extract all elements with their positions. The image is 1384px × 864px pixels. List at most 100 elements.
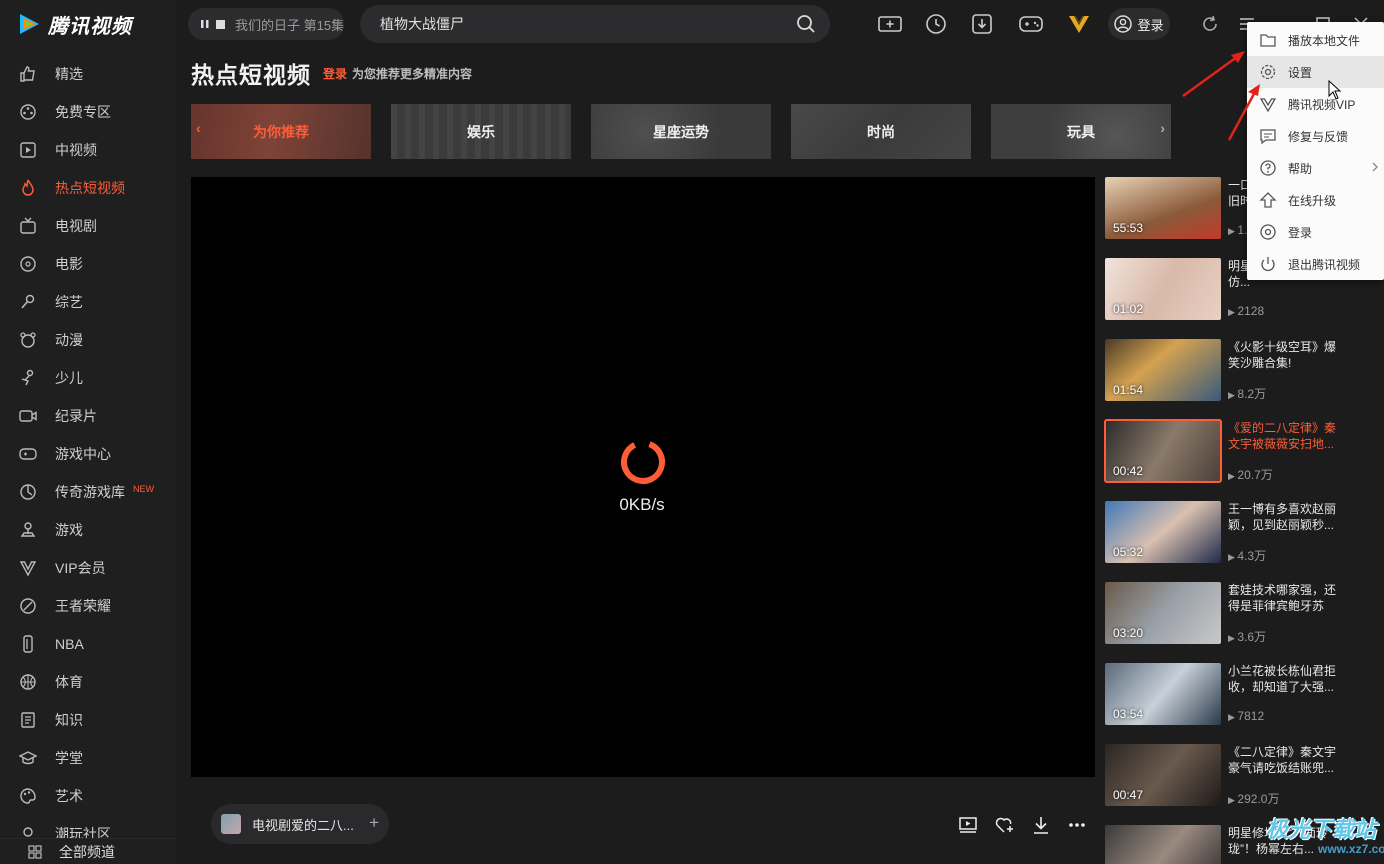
- vip-button[interactable]: [1066, 11, 1092, 37]
- video-thumbnail[interactable]: 00:47: [1105, 744, 1221, 806]
- video-title[interactable]: 小兰花被长栋仙君拒收，却知道了大强...: [1228, 663, 1340, 695]
- sidebar-item[interactable]: 综艺: [0, 283, 176, 321]
- sidebar-item[interactable]: 精选: [0, 55, 176, 93]
- sidebar-item[interactable]: 传奇游戏库 NEW: [0, 473, 176, 511]
- menu-item[interactable]: 播放本地文件: [1247, 24, 1384, 56]
- folder-icon: [1260, 34, 1276, 47]
- menu-item[interactable]: 在线升级: [1247, 184, 1384, 216]
- app-logo[interactable]: 腾讯视频: [16, 10, 132, 38]
- favorite-button[interactable]: [994, 814, 1016, 836]
- menu-item-label: 在线升级: [1288, 193, 1337, 208]
- video-thumbnail[interactable]: 03:20: [1105, 582, 1221, 644]
- now-playing-pill[interactable]: 我们的日子 第15集: [188, 8, 344, 40]
- video-title[interactable]: 《火影十级空耳》爆笑沙雕合集!: [1228, 339, 1340, 371]
- scroll-left-icon[interactable]: ‹: [196, 120, 201, 136]
- sidebar-item[interactable]: 中视频: [0, 131, 176, 169]
- recommendation-card[interactable]: 00:47 《二八定律》秦文宇豪气请吃饭结账兜... ▶ 292.0万: [1105, 744, 1360, 814]
- search-icon[interactable]: [796, 14, 816, 34]
- category-tab[interactable]: 为你推荐 ‹: [191, 104, 371, 159]
- recommendation-card[interactable]: 03:20 套娃技术哪家强，还得是菲律宾鲍牙苏 ▶ 3.6万: [1105, 582, 1360, 652]
- sidebar-item[interactable]: 艺术: [0, 777, 176, 815]
- sidebar-item[interactable]: 纪录片: [0, 397, 176, 435]
- play-square-icon: [20, 142, 36, 158]
- view-count: 20.7万: [1237, 468, 1273, 482]
- pause-icon[interactable]: [200, 19, 210, 29]
- video-title[interactable]: 《二八定律》秦文宇豪气请吃饭结账兜...: [1228, 744, 1340, 776]
- playlist-pill[interactable]: 电视剧爱的二八... +: [211, 804, 389, 844]
- search-box[interactable]: 植物大战僵尸: [360, 5, 830, 43]
- stop-icon[interactable]: [216, 19, 225, 29]
- playlist-thumbnail: [221, 814, 241, 834]
- more-dots-icon: [1069, 823, 1085, 827]
- add-icon[interactable]: +: [369, 813, 379, 833]
- recommendation-card[interactable]: 05:32 王一博有多喜欢赵丽颖，见到赵丽颖秒... ▶ 4.3万: [1105, 501, 1360, 571]
- sidebar-item[interactable]: 少儿: [0, 359, 176, 397]
- screen-button[interactable]: [957, 814, 979, 836]
- video-title[interactable]: 王一博有多喜欢赵丽颖，见到赵丽颖秒...: [1228, 501, 1340, 533]
- bear-icon: [20, 332, 36, 348]
- clock-icon: [926, 14, 946, 34]
- video-thumbnail[interactable]: [1105, 825, 1221, 864]
- thumbs-up-icon: [20, 66, 35, 82]
- all-channels-button[interactable]: 全部频道: [0, 838, 176, 864]
- refresh-icon: [1203, 15, 1217, 31]
- sidebar-item[interactable]: 电影: [0, 245, 176, 283]
- vip-icon: [19, 561, 37, 577]
- play-count-icon: ▶: [1228, 471, 1238, 481]
- sidebar-item-label: 动漫: [55, 332, 83, 348]
- view-count-row: ▶ 292.0万: [1228, 790, 1279, 807]
- search-input[interactable]: 植物大战僵尸: [380, 14, 464, 34]
- film-reel-icon: [20, 104, 36, 120]
- video-thumbnail[interactable]: 01:02: [1105, 258, 1221, 320]
- video-thumbnail[interactable]: 55:53: [1105, 177, 1221, 239]
- sidebar-item[interactable]: 电视剧: [0, 207, 176, 245]
- video-title[interactable]: 套娃技术哪家强，还得是菲律宾鲍牙苏: [1228, 582, 1340, 614]
- video-title[interactable]: 《爱的二八定律》秦文宇被薇薇安扫地...: [1228, 420, 1340, 452]
- player-download-button[interactable]: [1030, 814, 1052, 836]
- playlist-title: 电视剧爱的二八...: [252, 817, 354, 833]
- sidebar-item[interactable]: 知识: [0, 701, 176, 739]
- menu-item[interactable]: 帮助: [1247, 152, 1384, 184]
- scroll-right-icon[interactable]: ›: [1160, 120, 1165, 136]
- sidebar-item[interactable]: 热点短视频: [0, 169, 176, 207]
- sidebar-item-label: 体育: [55, 674, 83, 690]
- category-tab[interactable]: 玩具 ›: [991, 104, 1171, 159]
- sidebar-item[interactable]: 动漫: [0, 321, 176, 359]
- login-link[interactable]: 登录: [323, 65, 347, 82]
- recommendation-card[interactable]: 00:42 《爱的二八定律》秦文宇被薇薇安扫地... ▶ 20.7万: [1104, 419, 1360, 490]
- category-tab[interactable]: 时尚: [791, 104, 971, 159]
- video-thumbnail[interactable]: 00:42: [1104, 419, 1222, 483]
- recommendation-card[interactable]: 03:54 小兰花被长栋仙君拒收，却知道了大强... ▶ 7812: [1105, 663, 1360, 733]
- sidebar-item[interactable]: 体育: [0, 663, 176, 701]
- menu-item[interactable]: 登录: [1247, 216, 1384, 248]
- watermark-url: www.xz7.com: [1318, 842, 1384, 856]
- sidebar-item[interactable]: 免费专区: [0, 93, 176, 131]
- microphone-icon: [21, 294, 35, 309]
- user-icon: [1114, 15, 1133, 33]
- video-thumbnail[interactable]: 03:54: [1105, 663, 1221, 725]
- sidebar-item-label: 中视频: [55, 142, 97, 158]
- game-button[interactable]: [1018, 11, 1044, 37]
- sidebar-item-label: VIP会员: [55, 560, 106, 576]
- upload-video-button[interactable]: [877, 11, 903, 37]
- category-tab[interactable]: 娱乐: [391, 104, 571, 159]
- sidebar-item[interactable]: 游戏中心: [0, 435, 176, 473]
- sidebar-item[interactable]: 王者荣耀: [0, 587, 176, 625]
- category-tab[interactable]: 星座运势: [591, 104, 771, 159]
- play-count-icon: ▶: [1228, 307, 1238, 317]
- refresh-button[interactable]: [1197, 11, 1223, 37]
- vip-v-icon: [1069, 15, 1089, 33]
- recommendation-card[interactable]: 01:54 《火影十级空耳》爆笑沙雕合集! ▶ 8.2万: [1105, 339, 1360, 409]
- more-button[interactable]: [1066, 814, 1088, 836]
- login-button[interactable]: 登录: [1108, 8, 1170, 40]
- sidebar-item[interactable]: 学堂: [0, 739, 176, 777]
- sidebar-item[interactable]: VIP会员: [0, 549, 176, 587]
- video-thumbnail[interactable]: 05:32: [1105, 501, 1221, 563]
- menu-item[interactable]: 修复与反馈: [1247, 120, 1384, 152]
- download-button[interactable]: [969, 11, 995, 37]
- sidebar-item[interactable]: 游戏: [0, 511, 176, 549]
- video-thumbnail[interactable]: 01:54: [1105, 339, 1221, 401]
- sidebar-item[interactable]: NBA: [0, 625, 176, 663]
- menu-item[interactable]: 退出腾讯视频: [1247, 248, 1384, 280]
- history-button[interactable]: [923, 11, 949, 37]
